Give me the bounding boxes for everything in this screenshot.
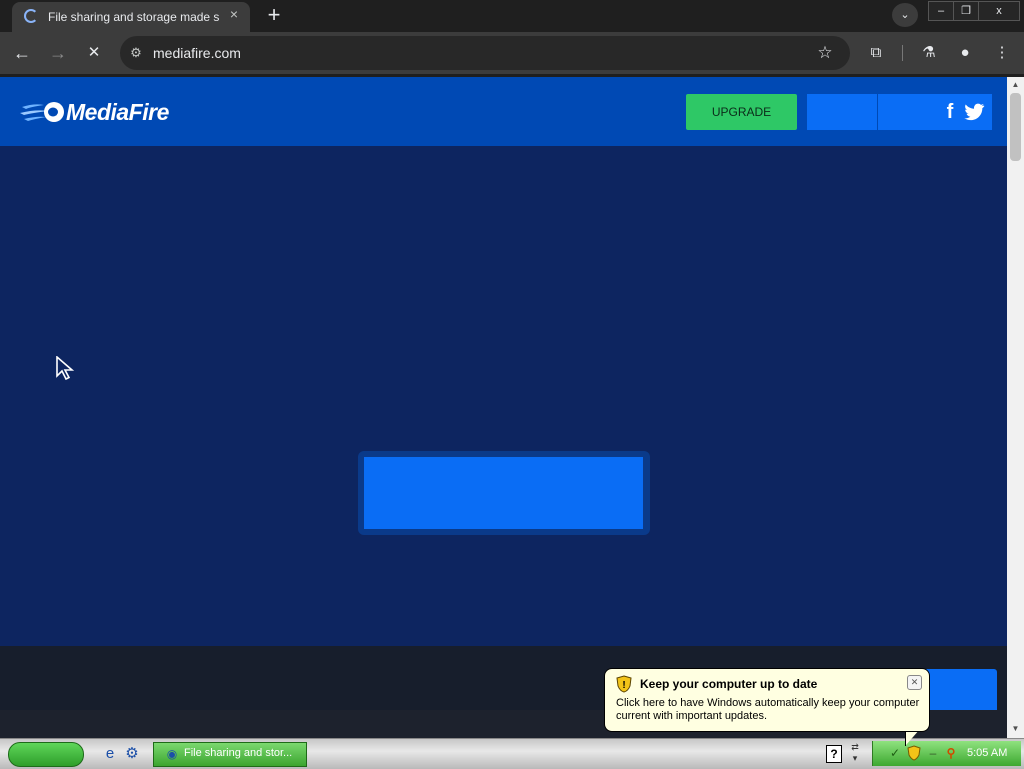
help-icon[interactable]: ? xyxy=(826,745,842,763)
balloon-title: Keep your computer up to date xyxy=(640,677,818,691)
minimize-button[interactable]: – xyxy=(928,1,954,21)
header-nav-button[interactable] xyxy=(807,94,877,130)
site-info-icon[interactable]: ⚙ xyxy=(126,43,146,63)
mouse-cursor-icon xyxy=(56,356,75,380)
internet-explorer-icon[interactable]: e xyxy=(100,744,120,764)
security-warning-shield-icon: ! xyxy=(616,675,632,693)
browser-tab[interactable]: File sharing and storage made sim × xyxy=(12,2,250,32)
balloon-message[interactable]: Click here to have Windows automatically… xyxy=(616,697,921,723)
new-tab-button[interactable]: + xyxy=(262,4,286,26)
main-cta-button[interactable] xyxy=(364,457,643,529)
scroll-thumb[interactable] xyxy=(1010,93,1021,161)
forward-button[interactable]: → xyxy=(46,41,70,65)
taskbar: e ⚙ ◉ File sharing and stor... ? ⇄ ▾ ✓ – … xyxy=(0,738,1024,769)
twitter-icon[interactable] xyxy=(962,100,986,124)
system-tray: ✓ – ⚲ 5:05 AM xyxy=(872,741,1021,766)
chrome-icon: ◉ xyxy=(166,747,178,761)
bookmark-star-icon[interactable]: ☆ xyxy=(814,42,836,64)
url-text[interactable]: mediafire.com xyxy=(153,45,241,61)
upgrade-button[interactable]: UPGRADE xyxy=(686,94,797,130)
social-links: f xyxy=(878,94,992,130)
taskbar-item-browser[interactable]: ◉ File sharing and stor... xyxy=(153,742,307,767)
tab-search-button[interactable]: ⌄ xyxy=(892,3,918,27)
security-shield-icon[interactable] xyxy=(907,745,921,761)
clock[interactable]: 5:05 AM xyxy=(967,747,1007,759)
site-header: MediaFire UPGRADE f xyxy=(0,77,1007,146)
search-magnifier-icon[interactable]: ⚲ xyxy=(943,745,959,761)
tab-strip: File sharing and storage made sim × + ⌄ … xyxy=(0,0,1024,32)
labs-flask-icon[interactable]: ⚗ xyxy=(917,41,941,65)
network-icon[interactable]: ✓ xyxy=(887,745,903,761)
tab-title: File sharing and storage made sim xyxy=(48,10,220,24)
balloon-close-icon[interactable]: ✕ xyxy=(907,675,922,690)
menu-icon[interactable]: ⋮ xyxy=(990,41,1014,65)
tray-dash-icon[interactable]: – xyxy=(925,745,941,761)
stop-loading-button[interactable]: ✕ xyxy=(82,41,106,65)
mediafire-flame-icon[interactable] xyxy=(20,99,64,125)
back-button[interactable]: ← xyxy=(10,41,34,65)
bottom-bar-button[interactable] xyxy=(923,669,997,715)
scroll-down-arrow-icon[interactable]: ▼ xyxy=(1011,725,1020,733)
facebook-icon[interactable]: f xyxy=(940,100,960,124)
language-bar-icon[interactable]: ⇄ ▾ xyxy=(849,742,861,764)
profile-icon[interactable]: ● xyxy=(953,41,977,65)
start-button[interactable] xyxy=(8,742,84,767)
quick-launch-settings-icon[interactable]: ⚙ xyxy=(122,744,142,764)
tab-close-icon[interactable]: × xyxy=(226,6,242,22)
address-bar[interactable]: ⚙ mediafire.com ☆ xyxy=(120,36,850,70)
page-scrollbar[interactable]: ▲ ▼ xyxy=(1007,77,1024,738)
update-notification-balloon[interactable]: ! Keep your computer up to date ✕ Click … xyxy=(604,668,930,732)
toolbar-divider xyxy=(902,45,903,61)
loading-spinner-icon xyxy=(24,9,38,23)
mediafire-logo[interactable]: MediaFire xyxy=(66,99,169,126)
browser-toolbar: ← → ✕ ⚙ mediafire.com ☆ ⧉ ⚗ ● ⋮ xyxy=(0,32,1024,74)
svg-text:!: ! xyxy=(622,680,625,691)
taskbar-item-label: File sharing and stor... xyxy=(184,747,293,759)
scroll-up-arrow-icon[interactable]: ▲ xyxy=(1011,81,1020,89)
extensions-icon[interactable]: ⧉ xyxy=(864,41,888,65)
close-window-button[interactable]: x xyxy=(978,1,1020,21)
restore-button[interactable]: ❐ xyxy=(953,1,979,21)
page-viewport: MediaFire UPGRADE f xyxy=(0,77,1007,738)
